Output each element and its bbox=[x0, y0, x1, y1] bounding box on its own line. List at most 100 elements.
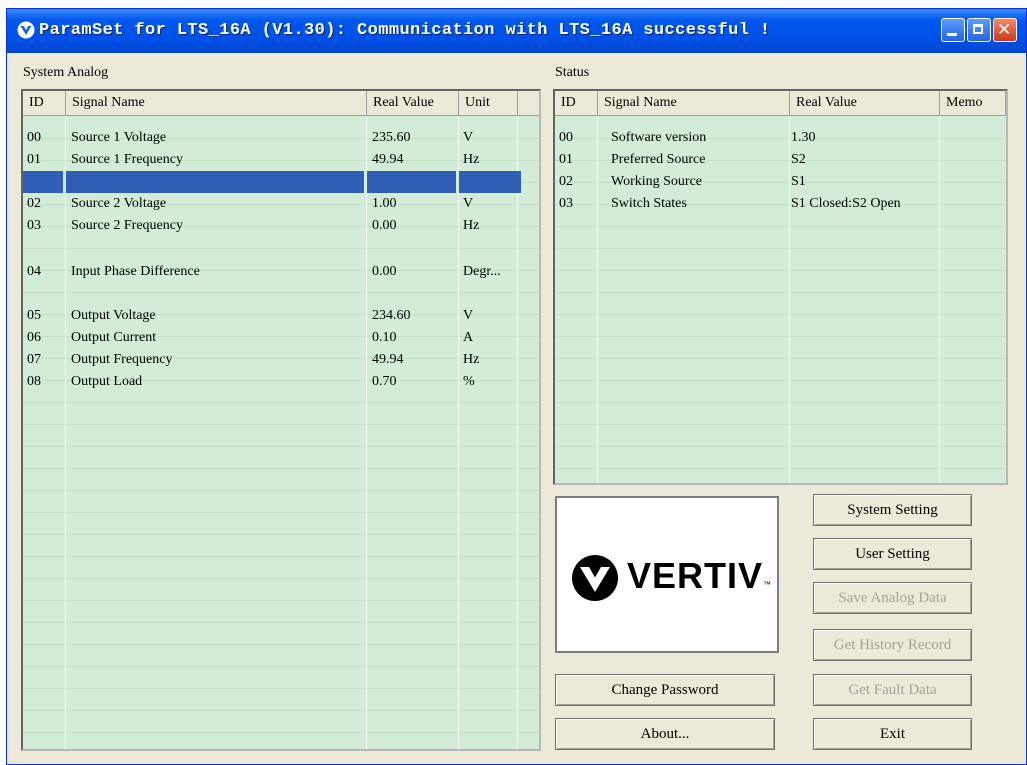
table-row[interactable]: 03 Switch States S1 Closed:S2 Open bbox=[555, 193, 1006, 215]
row-real-value: 234.60 bbox=[372, 308, 411, 323]
row-id: 00 bbox=[559, 130, 573, 145]
minimize-button[interactable] bbox=[941, 18, 965, 42]
close-button[interactable]: ✕ bbox=[993, 18, 1017, 42]
row-real-value: 49.94 bbox=[372, 152, 404, 167]
table-row[interactable]: 08 Output Load 0.70 % bbox=[23, 371, 539, 393]
row-real-value: S1 Closed:S2 Open bbox=[791, 196, 901, 211]
about-button[interactable]: About... bbox=[555, 718, 775, 750]
row-id: 01 bbox=[27, 152, 41, 167]
row-signal-name: Output Frequency bbox=[71, 352, 173, 367]
row-separator bbox=[456, 171, 459, 193]
row-id: 02 bbox=[559, 174, 573, 189]
row-unit: Hz bbox=[463, 218, 480, 233]
trademark-mark: ™ bbox=[763, 580, 771, 589]
row-signal-name: Source 1 Frequency bbox=[71, 152, 183, 167]
table-row[interactable]: 01 Preferred Source S2 bbox=[555, 149, 1006, 171]
table-row[interactable]: 00 Source 1 Voltage 235.60 V bbox=[23, 127, 539, 149]
column-header-unit[interactable]: Unit bbox=[459, 91, 518, 115]
table-row[interactable]: 01 Source 1 Frequency 49.94 Hz bbox=[23, 149, 539, 171]
get-history-record-button[interactable]: Get History Record bbox=[813, 629, 972, 661]
row-id: 04 bbox=[27, 264, 41, 279]
row-id: 03 bbox=[559, 196, 573, 211]
table-row[interactable]: 02 Working Source S1 bbox=[555, 171, 1006, 193]
selected-row[interactable] bbox=[23, 171, 521, 193]
row-id: 08 bbox=[27, 374, 41, 389]
app-icon bbox=[17, 21, 35, 39]
row-separator bbox=[63, 171, 66, 193]
row-id: 03 bbox=[27, 218, 41, 233]
table-row[interactable]: 02 Source 2 Voltage 1.00 V bbox=[23, 193, 539, 215]
row-signal-name: Software version bbox=[611, 130, 707, 145]
row-real-value: S2 bbox=[791, 152, 806, 167]
row-signal-name: Source 2 Frequency bbox=[71, 218, 183, 233]
application-window: ParamSet for LTS_16A (V1.30): Communicat… bbox=[6, 8, 1027, 765]
row-unit: A bbox=[463, 330, 474, 345]
row-unit: Degr... bbox=[463, 264, 501, 279]
title-bar[interactable]: ParamSet for LTS_16A (V1.30): Communicat… bbox=[7, 9, 1026, 53]
row-signal-name: Source 2 Voltage bbox=[71, 196, 167, 211]
row-real-value: 0.00 bbox=[372, 264, 397, 279]
row-unit: Hz bbox=[463, 352, 480, 367]
row-real-value: S1 bbox=[791, 174, 806, 189]
maximize-button[interactable] bbox=[967, 18, 991, 42]
row-id: 05 bbox=[27, 308, 41, 323]
close-icon: ✕ bbox=[997, 20, 1012, 40]
row-signal-name: Output Voltage bbox=[71, 308, 156, 323]
table-row[interactable]: 05 Output Voltage 234.60 V bbox=[23, 305, 539, 327]
row-id: 00 bbox=[27, 130, 41, 145]
row-id: 07 bbox=[27, 352, 41, 367]
row-real-value: 235.60 bbox=[372, 130, 411, 145]
vertiv-logo-text: VERTIV bbox=[627, 555, 764, 596]
table-row[interactable]: 00 Software version 1.30 bbox=[555, 127, 1006, 149]
list-header: ID Signal Name Real Value Unit bbox=[23, 91, 539, 116]
list-header: ID Signal Name Real Value Memo bbox=[555, 91, 1006, 116]
column-header-signal-name[interactable]: Signal Name bbox=[66, 91, 367, 115]
column-header-real-value[interactable]: Real Value bbox=[790, 91, 940, 115]
column-header-id[interactable]: ID bbox=[555, 91, 598, 115]
vertiv-logo-panel: VERTIV ™ bbox=[555, 496, 779, 653]
exit-button[interactable]: Exit bbox=[813, 718, 972, 750]
row-unit: V bbox=[463, 308, 474, 323]
row-real-value: 0.70 bbox=[372, 374, 397, 389]
column-header-signal-name[interactable]: Signal Name bbox=[598, 91, 790, 115]
status-list[interactable]: ID Signal Name Real Value Memo 00 Softwa… bbox=[553, 89, 1008, 485]
maximize-icon bbox=[973, 24, 983, 34]
row-unit: Hz bbox=[463, 152, 480, 167]
row-id: 06 bbox=[27, 330, 41, 345]
table-row[interactable]: 04 Input Phase Difference 0.00 Degr... bbox=[23, 261, 539, 283]
row-unit: % bbox=[463, 374, 475, 389]
table-row[interactable]: 07 Output Frequency 49.94 Hz bbox=[23, 349, 539, 371]
row-signal-name: Source 1 Voltage bbox=[71, 130, 167, 145]
row-real-value: 1.00 bbox=[372, 196, 397, 211]
minimize-icon bbox=[947, 33, 957, 36]
row-real-value: 49.94 bbox=[372, 352, 404, 367]
system-analog-list[interactable]: ID Signal Name Real Value Unit 00 Source… bbox=[21, 89, 541, 751]
row-real-value: 0.10 bbox=[372, 330, 397, 345]
user-setting-button[interactable]: User Setting bbox=[813, 538, 972, 570]
change-password-button[interactable]: Change Password bbox=[555, 674, 775, 706]
row-signal-name: Working Source bbox=[611, 174, 703, 189]
row-signal-name: Input Phase Difference bbox=[71, 264, 200, 279]
column-header-memo[interactable]: Memo bbox=[940, 91, 1006, 115]
row-signal-name: Preferred Source bbox=[611, 152, 706, 167]
row-signal-name: Switch States bbox=[611, 196, 687, 211]
row-separator bbox=[364, 171, 367, 193]
row-unit: V bbox=[463, 196, 474, 211]
row-id: 01 bbox=[559, 152, 573, 167]
vertiv-logo-icon bbox=[572, 555, 618, 601]
table-row[interactable]: 06 Output Current 0.10 A bbox=[23, 327, 539, 349]
column-header-id[interactable]: ID bbox=[23, 91, 66, 115]
save-analog-data-button[interactable]: Save Analog Data bbox=[813, 582, 972, 614]
status-label: Status bbox=[555, 65, 590, 80]
row-signal-name: Output Load bbox=[71, 374, 143, 389]
system-analog-label: System Analog bbox=[23, 65, 109, 80]
system-setting-button[interactable]: System Setting bbox=[813, 494, 972, 526]
window-title: ParamSet for LTS_16A (V1.30): Communicat… bbox=[39, 21, 771, 40]
get-fault-data-button[interactable]: Get Fault Data bbox=[813, 674, 972, 706]
row-unit: V bbox=[463, 130, 474, 145]
table-row[interactable]: 03 Source 2 Frequency 0.00 Hz bbox=[23, 215, 539, 237]
row-id: 02 bbox=[27, 196, 41, 211]
row-signal-name: Output Current bbox=[71, 330, 157, 345]
column-header-real-value[interactable]: Real Value bbox=[367, 91, 459, 115]
row-real-value: 0.00 bbox=[372, 218, 397, 233]
